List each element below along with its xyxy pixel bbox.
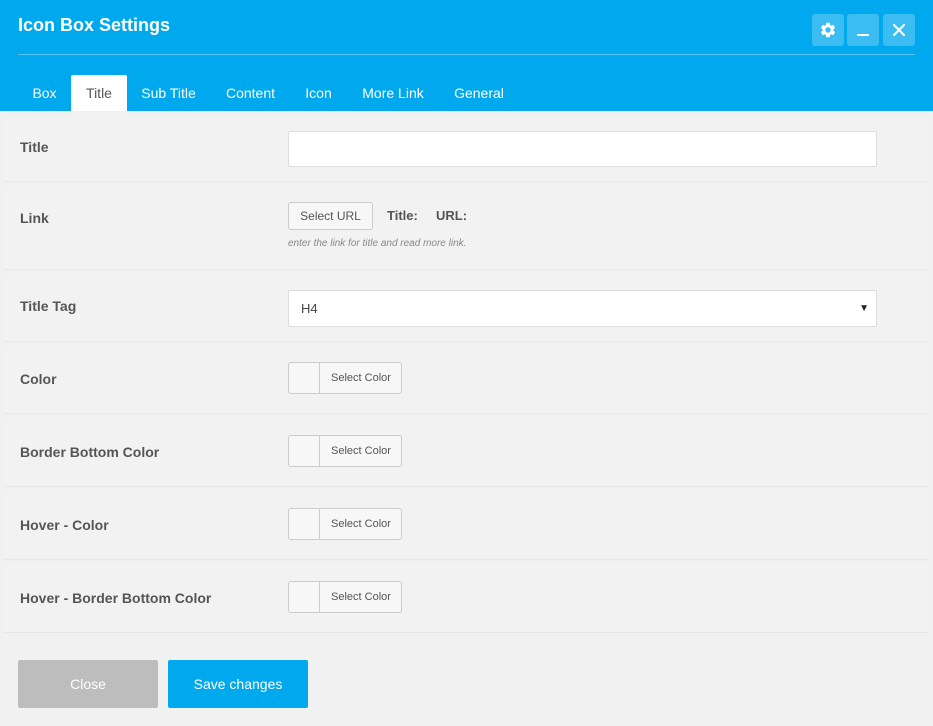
header-divider [18,54,915,55]
tab-sub-title[interactable]: Sub Title [127,75,210,111]
title-row: Title [5,116,928,182]
hover-color-picker[interactable]: Select Color [288,508,402,540]
dialog-footer: Close Save changes [0,641,933,726]
title-label: Title [20,139,49,155]
color-swatch[interactable] [289,582,320,612]
link-hint: enter the link for title and read more l… [288,238,467,249]
close-window-button[interactable] [883,14,915,46]
title-tag-value: H4 [301,301,318,316]
tab-box[interactable]: Box [18,75,71,111]
dialog-title: Icon Box Settings [18,15,171,35]
select-color-button[interactable]: Select Color [321,436,401,466]
minimize-icon [857,34,869,36]
select-color-button[interactable]: Select Color [321,509,401,539]
tab-general[interactable]: General [440,75,518,111]
tab-content[interactable]: Content [210,75,291,111]
hover-color-label: Hover - Color [20,517,109,533]
hover-border-bottom-color-row: Hover - Border Bottom Color Select Color [5,566,928,633]
select-url-button[interactable]: Select URL [288,202,373,230]
minimize-button[interactable] [847,14,879,46]
hover-color-row: Hover - Color Select Color [5,493,928,560]
border-bottom-color-label: Border Bottom Color [20,444,160,460]
save-changes-button[interactable]: Save changes [168,660,308,708]
border-bottom-color-row: Border Bottom Color Select Color [5,420,928,487]
color-swatch[interactable] [289,509,320,539]
select-color-button[interactable]: Select Color [321,582,401,612]
close-button[interactable]: Close [18,660,158,708]
color-swatch[interactable] [289,363,320,393]
settings-button[interactable] [812,14,844,46]
title-input[interactable] [288,131,877,167]
border-bottom-color-picker[interactable]: Select Color [288,435,402,467]
dialog-header: Icon Box Settings Box Title Sub Title Co… [0,0,933,111]
color-label: Color [20,371,57,387]
select-color-button[interactable]: Select Color [321,363,401,393]
link-row: Link Select URL Title: URL: enter the li… [5,187,928,270]
link-title-label: Title: [387,208,418,223]
close-icon [893,24,905,36]
hover-border-bottom-color-picker[interactable]: Select Color [288,581,402,613]
color-picker[interactable]: Select Color [288,362,402,394]
color-swatch[interactable] [289,436,320,466]
title-tag-row: Title Tag H4 ▼ [5,275,928,342]
chevron-down-icon: ▼ [859,303,869,314]
tab-icon[interactable]: Icon [291,75,346,111]
tab-more-link[interactable]: More Link [346,75,440,111]
title-tag-select[interactable]: H4 ▼ [288,290,877,327]
gear-icon [820,22,836,38]
title-tag-label: Title Tag [20,298,77,314]
hover-border-bottom-color-label: Hover - Border Bottom Color [20,590,212,606]
link-url-label: URL: [436,208,468,223]
link-label: Link [20,210,49,226]
tab-title[interactable]: Title [71,75,127,111]
color-row: Color Select Color [5,347,928,414]
